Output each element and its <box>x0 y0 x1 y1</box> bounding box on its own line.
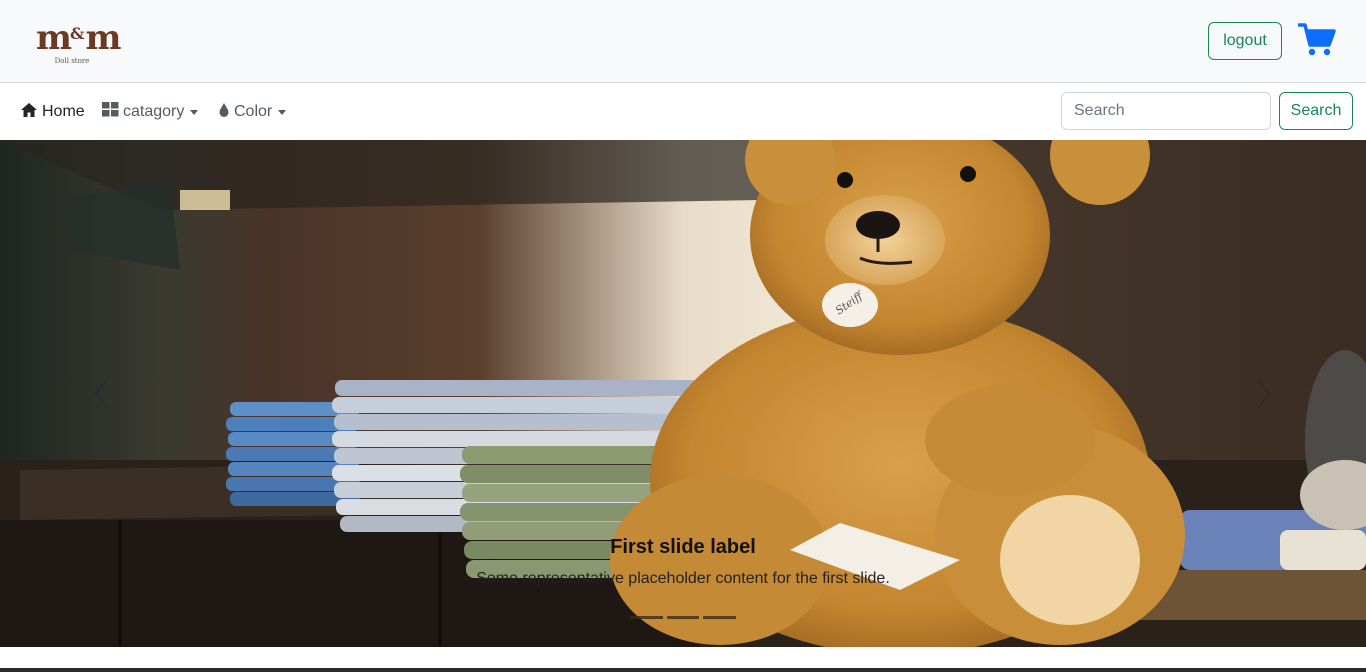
search-button[interactable]: Search <box>1279 92 1353 130</box>
search-input[interactable] <box>1061 92 1271 130</box>
nav-home-label: Home <box>42 103 85 120</box>
grid-icon <box>102 102 119 122</box>
slide-caption-title: First slide label <box>610 536 756 558</box>
carousel-indicator-1[interactable] <box>630 616 663 619</box>
chevron-right-icon <box>1257 379 1271 409</box>
nav-color-dropdown[interactable]: Color <box>218 101 287 123</box>
logo-subtitle: Doll store <box>54 57 90 65</box>
home-icon <box>20 102 38 123</box>
chevron-down-icon <box>278 109 287 115</box>
carousel-indicator-3[interactable] <box>703 616 737 619</box>
carousel-prev-button[interactable] <box>82 372 122 416</box>
chevron-down-icon <box>190 109 199 115</box>
carousel-indicators <box>630 616 737 622</box>
top-header: m&m Doll store logout <box>0 0 1366 83</box>
logo-wordmark: m&m <box>36 18 121 58</box>
carousel-indicator-2[interactable] <box>666 616 700 619</box>
hero-carousel: Steiff First slide label Some representa… <box>0 140 1366 647</box>
page-bottom-divider <box>0 668 1366 672</box>
logout-button[interactable]: logout <box>1208 22 1282 60</box>
nav-home[interactable]: Home <box>20 101 85 123</box>
carousel-next-button[interactable] <box>1243 372 1283 416</box>
nav-category-dropdown[interactable]: catagory <box>102 101 199 123</box>
slide-caption-text: Some representative placeholder content … <box>476 570 890 587</box>
nav-category-label: catagory <box>123 103 185 120</box>
chevron-left-icon <box>94 379 108 409</box>
brand-logo[interactable]: m&m Doll store <box>36 16 121 66</box>
droplet-icon <box>218 102 230 123</box>
cart-icon[interactable] <box>1297 22 1336 58</box>
nav-color-label: Color <box>234 103 273 120</box>
